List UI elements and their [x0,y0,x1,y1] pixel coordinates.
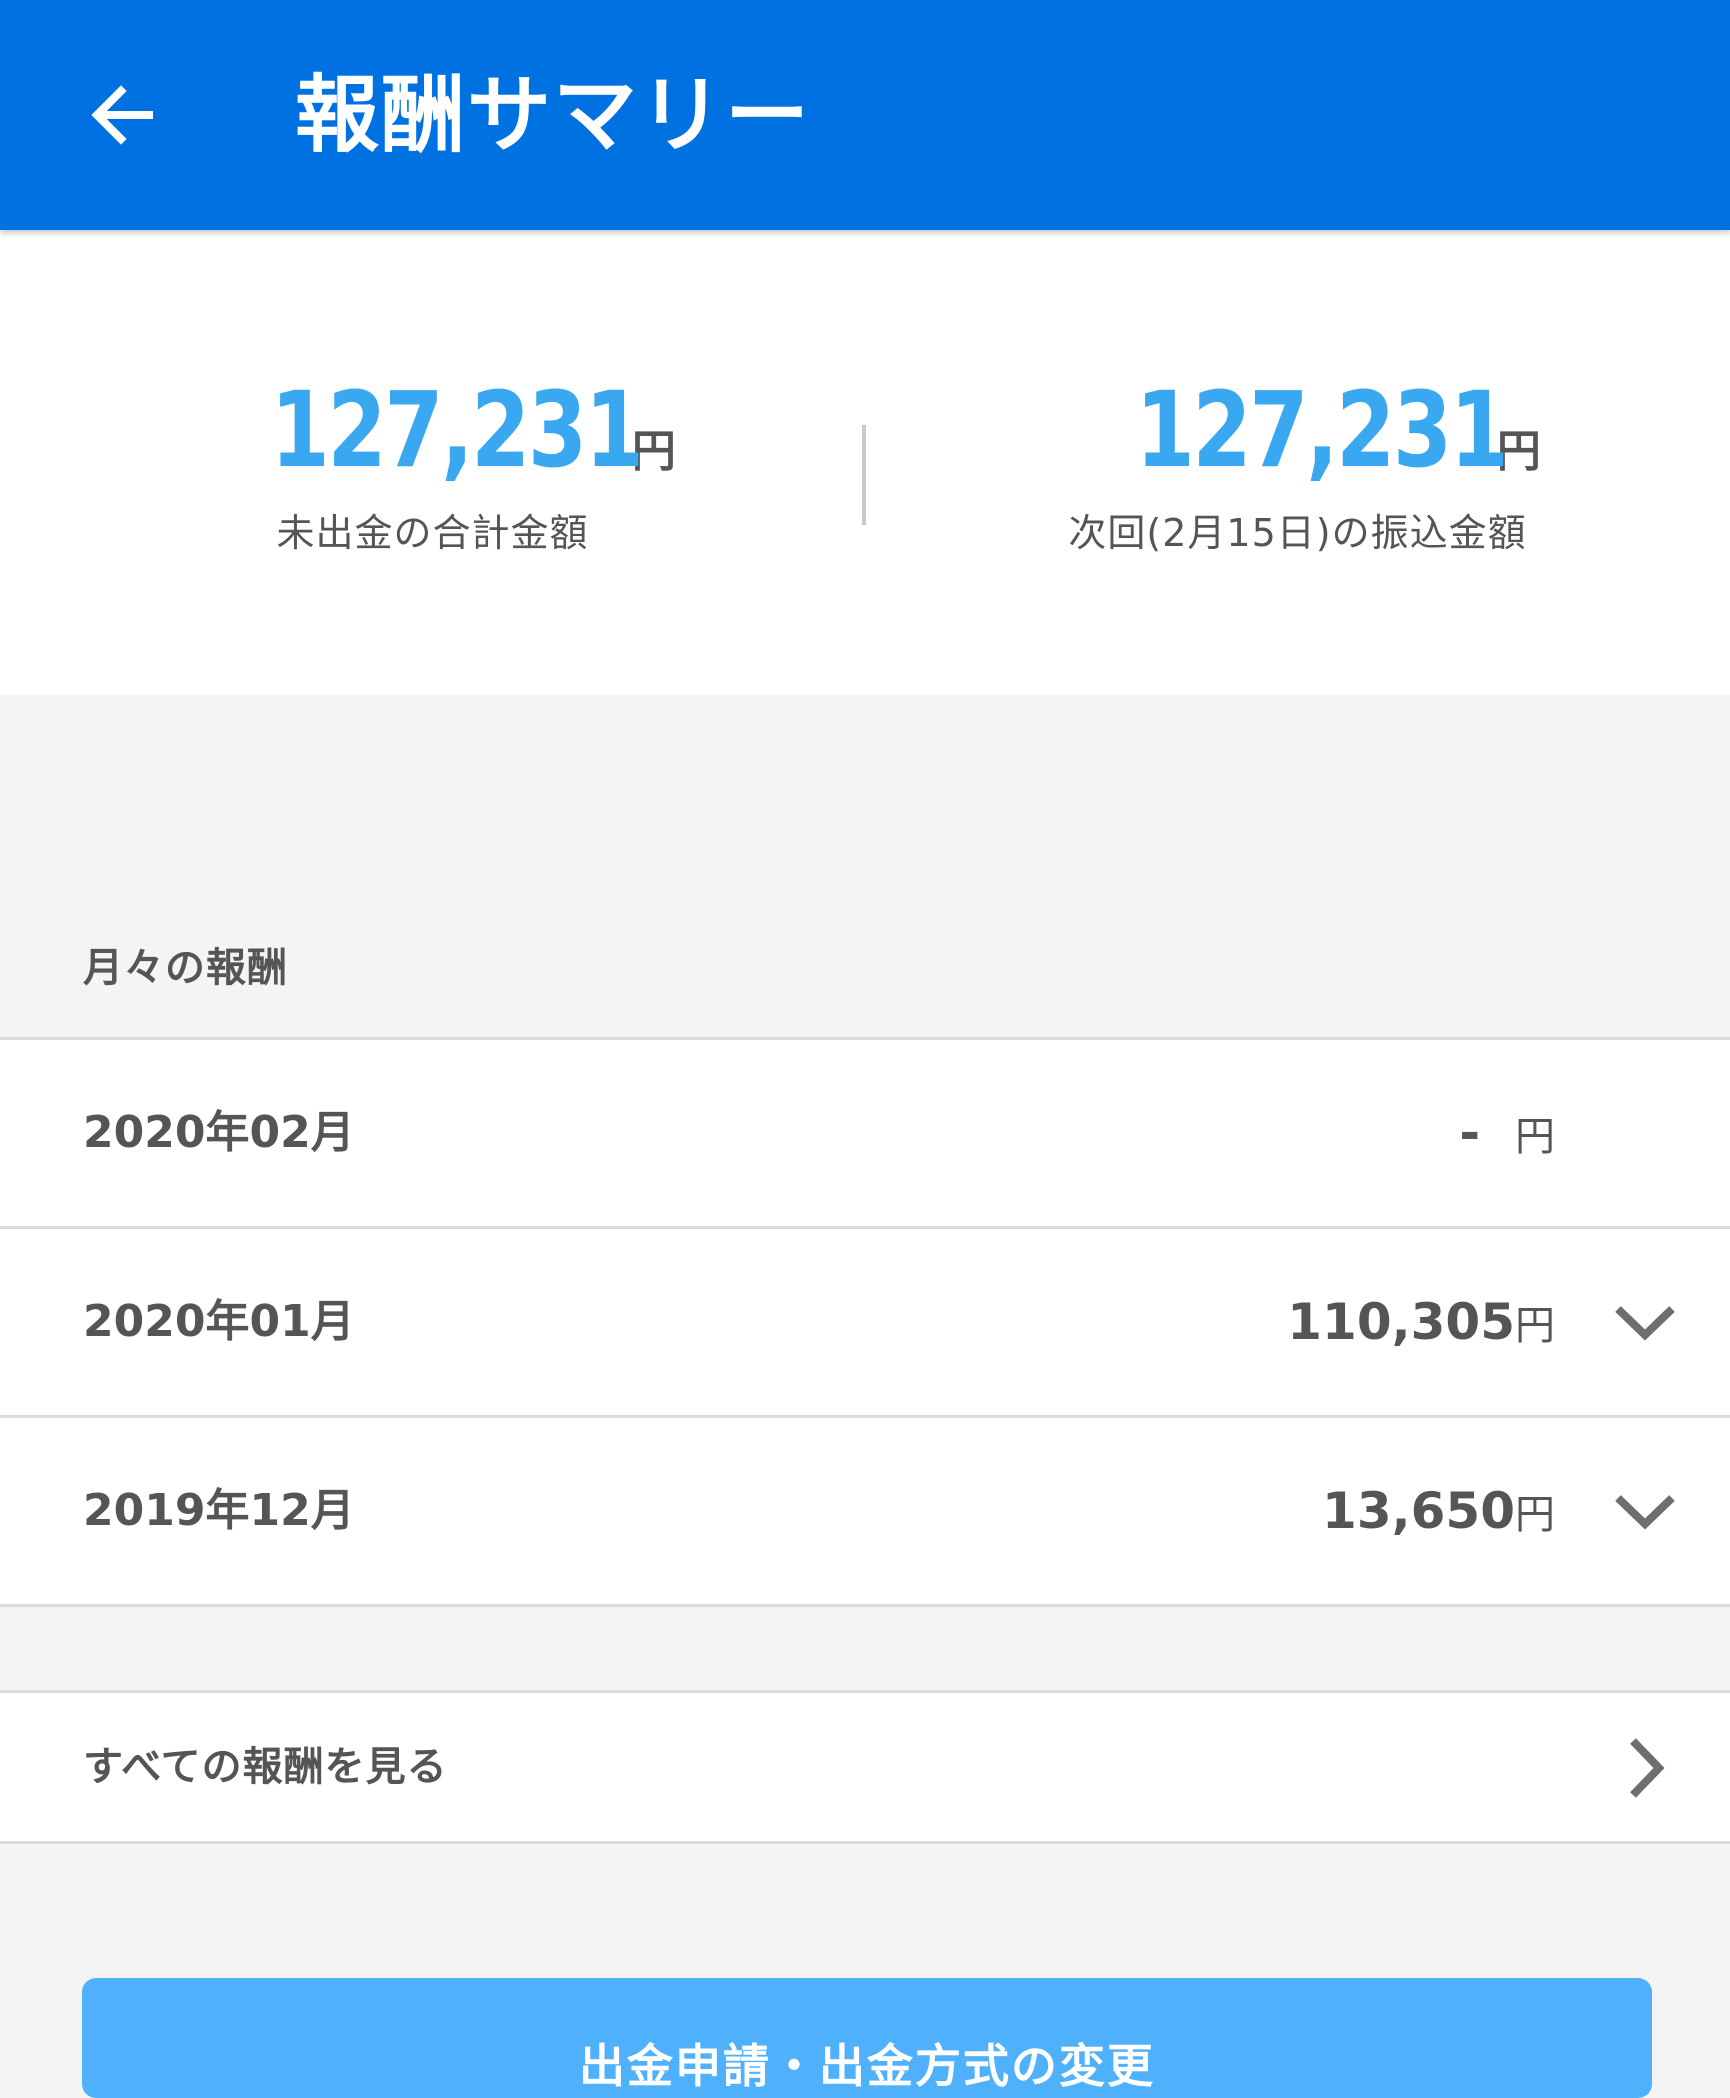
summary-card: 127,231円 未出金の合計金額 127,231円 次回(2月15日)の振込金… [0,230,1730,695]
month-amount: - 円 [1459,1040,1555,1230]
month-label: 2020年02月 [83,1107,355,1158]
arrow-left-icon [91,85,153,145]
next-transfer-amount: 127,231 [1135,369,1510,491]
month-amount: 13,650円 [1322,1418,1555,1608]
month-amount-unit: 円 [1515,1114,1555,1160]
month-amount-value: 110,305 [1287,1293,1515,1351]
month-label: 2020年01月 [83,1296,355,1347]
back-button[interactable] [70,62,176,168]
chevron-right-icon [1630,1738,1665,1798]
next-transfer-caption: 次回(2月15日)の振込金額 [1068,511,1527,555]
chevron-down-icon[interactable] [1610,1476,1680,1546]
view-all-label: すべての報酬を見る [83,1744,448,1790]
chevron-down-icon[interactable] [1610,1287,1680,1357]
unpaid-total-caption: 未出金の合計金額 [276,511,589,555]
withdrawal-request-button[interactable]: 出金申請・出金方式の変更 [82,1978,1652,2098]
page-title: 報酬サマリー [295,66,812,164]
next-transfer-summary: 127,231円 次回(2月15日)の振込金額 [865,370,1730,557]
month-amount-value: 13,650 [1322,1482,1515,1540]
month-amount-unit: 円 [1515,1492,1555,1538]
month-row[interactable]: 2019年12月 13,650円 [0,1415,1730,1607]
month-amount-unit: 円 [1515,1303,1555,1349]
month-row[interactable]: 2020年01月 110,305円 [0,1226,1730,1415]
unpaid-total-amount: 127,231 [270,369,645,491]
month-label: 2019年12月 [83,1485,355,1536]
withdrawal-request-button-label: 出金申請・出金方式の変更 [579,2039,1155,2093]
monthly-list: 2020年02月 - 円 2020年01月 110,305円 2019年12月 … [0,1037,1730,1607]
unpaid-total-summary: 127,231円 未出金の合計金額 [0,370,865,557]
month-amount: 110,305円 [1287,1229,1555,1419]
month-row: 2020年02月 - 円 [0,1037,1730,1226]
month-amount-value: - [1459,1104,1481,1162]
monthly-section-title: 月々の報酬 [83,945,288,991]
app-bar: 報酬サマリー [0,0,1730,230]
view-all-rewards-link[interactable]: すべての報酬を見る [0,1690,1730,1844]
